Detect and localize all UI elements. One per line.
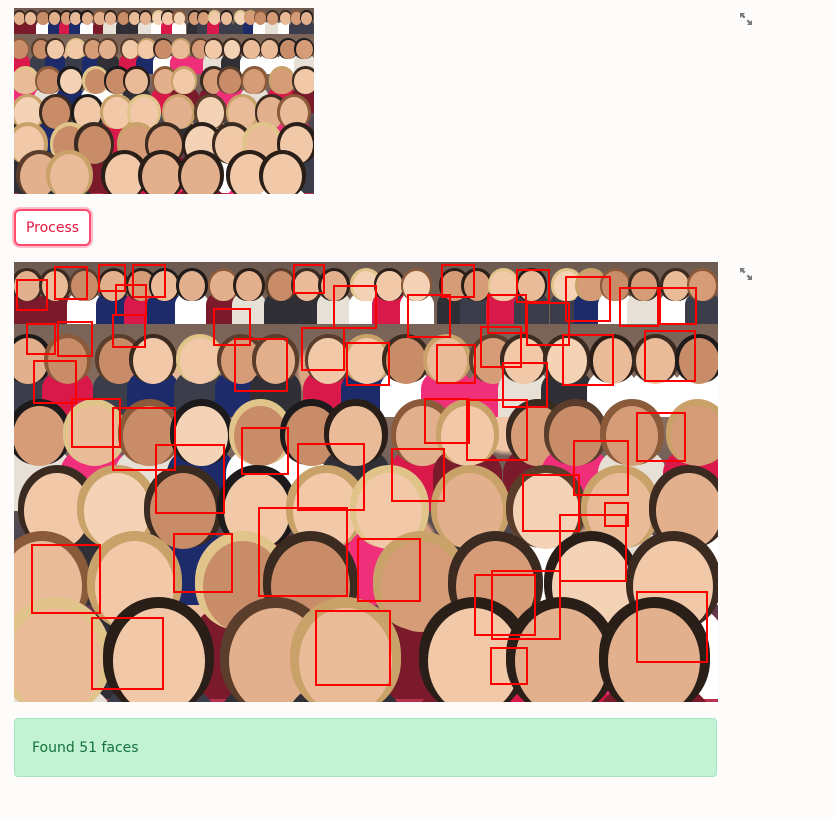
crowd-face [141, 154, 182, 194]
face-bounding-box [155, 444, 225, 514]
crowd-face [59, 68, 82, 95]
face-bounding-box [490, 647, 528, 685]
face-bounding-box [466, 399, 528, 461]
face-bounding-box [565, 276, 611, 322]
crowd-face [173, 11, 185, 25]
face-bounding-box [301, 327, 345, 371]
face-detection-overlay [14, 262, 718, 702]
face-bounding-box [357, 538, 421, 602]
face-bounding-box [26, 323, 56, 355]
crowd-face [125, 68, 148, 95]
input-image [14, 8, 314, 194]
crowd-face [243, 40, 260, 60]
crowd-face [220, 11, 232, 25]
crowd-face [81, 11, 93, 25]
face-bounding-box [91, 617, 164, 690]
face-bounding-box [636, 591, 708, 663]
face-bounding-box [112, 314, 146, 348]
output-image-block [14, 262, 718, 702]
face-bounding-box [491, 570, 561, 640]
status-alert: Found 51 faces [14, 718, 717, 777]
face-bounding-box [562, 334, 614, 386]
face-bounding-box [644, 330, 696, 382]
crowd-face [266, 11, 278, 25]
face-bounding-box [436, 344, 476, 384]
face-bounding-box [31, 544, 101, 614]
face-bounding-box [659, 287, 697, 325]
face-bounding-box [115, 284, 147, 316]
crowd-face [37, 11, 49, 25]
face-bounding-box [315, 610, 391, 686]
face-bounding-box [346, 342, 390, 386]
crowd-face [155, 40, 172, 60]
face-bounding-box [234, 338, 288, 392]
expand-icon [738, 266, 754, 287]
process-button[interactable]: Process [14, 209, 91, 246]
crowd-face [181, 154, 221, 194]
crowd-face [104, 11, 116, 25]
output-fullscreen-button[interactable] [736, 266, 756, 286]
face-bounding-box [407, 294, 451, 338]
face-bounding-box [173, 533, 233, 593]
face-bounding-box [604, 502, 629, 527]
face-bounding-box [258, 507, 348, 597]
face-bounding-box [441, 264, 475, 298]
face-bounding-box [573, 440, 629, 496]
face-bounding-box [57, 321, 93, 357]
crowd-face [49, 11, 61, 25]
face-bounding-box [54, 266, 88, 300]
status-message: Found 51 faces [32, 739, 139, 756]
face-bounding-box [333, 285, 377, 329]
crowd-face [263, 154, 303, 194]
crowd-face [209, 11, 221, 25]
crowd-face [255, 11, 267, 25]
face-bounding-box [241, 427, 289, 475]
crowd-face [139, 11, 151, 25]
face-bounding-box [424, 398, 470, 444]
crowd-face [294, 68, 314, 95]
crowd-face [49, 154, 89, 194]
face-bounding-box [619, 287, 659, 327]
face-bounding-box [297, 443, 365, 511]
crowd-face [300, 11, 312, 25]
face-bounding-box [636, 412, 686, 462]
input-fullscreen-button[interactable] [736, 11, 756, 31]
expand-icon [738, 11, 754, 32]
input-image-block [14, 8, 314, 194]
crowd-face [25, 11, 37, 25]
face-bounding-box [293, 264, 325, 294]
face-bounding-box [16, 279, 48, 311]
face-bounding-box [391, 448, 445, 502]
